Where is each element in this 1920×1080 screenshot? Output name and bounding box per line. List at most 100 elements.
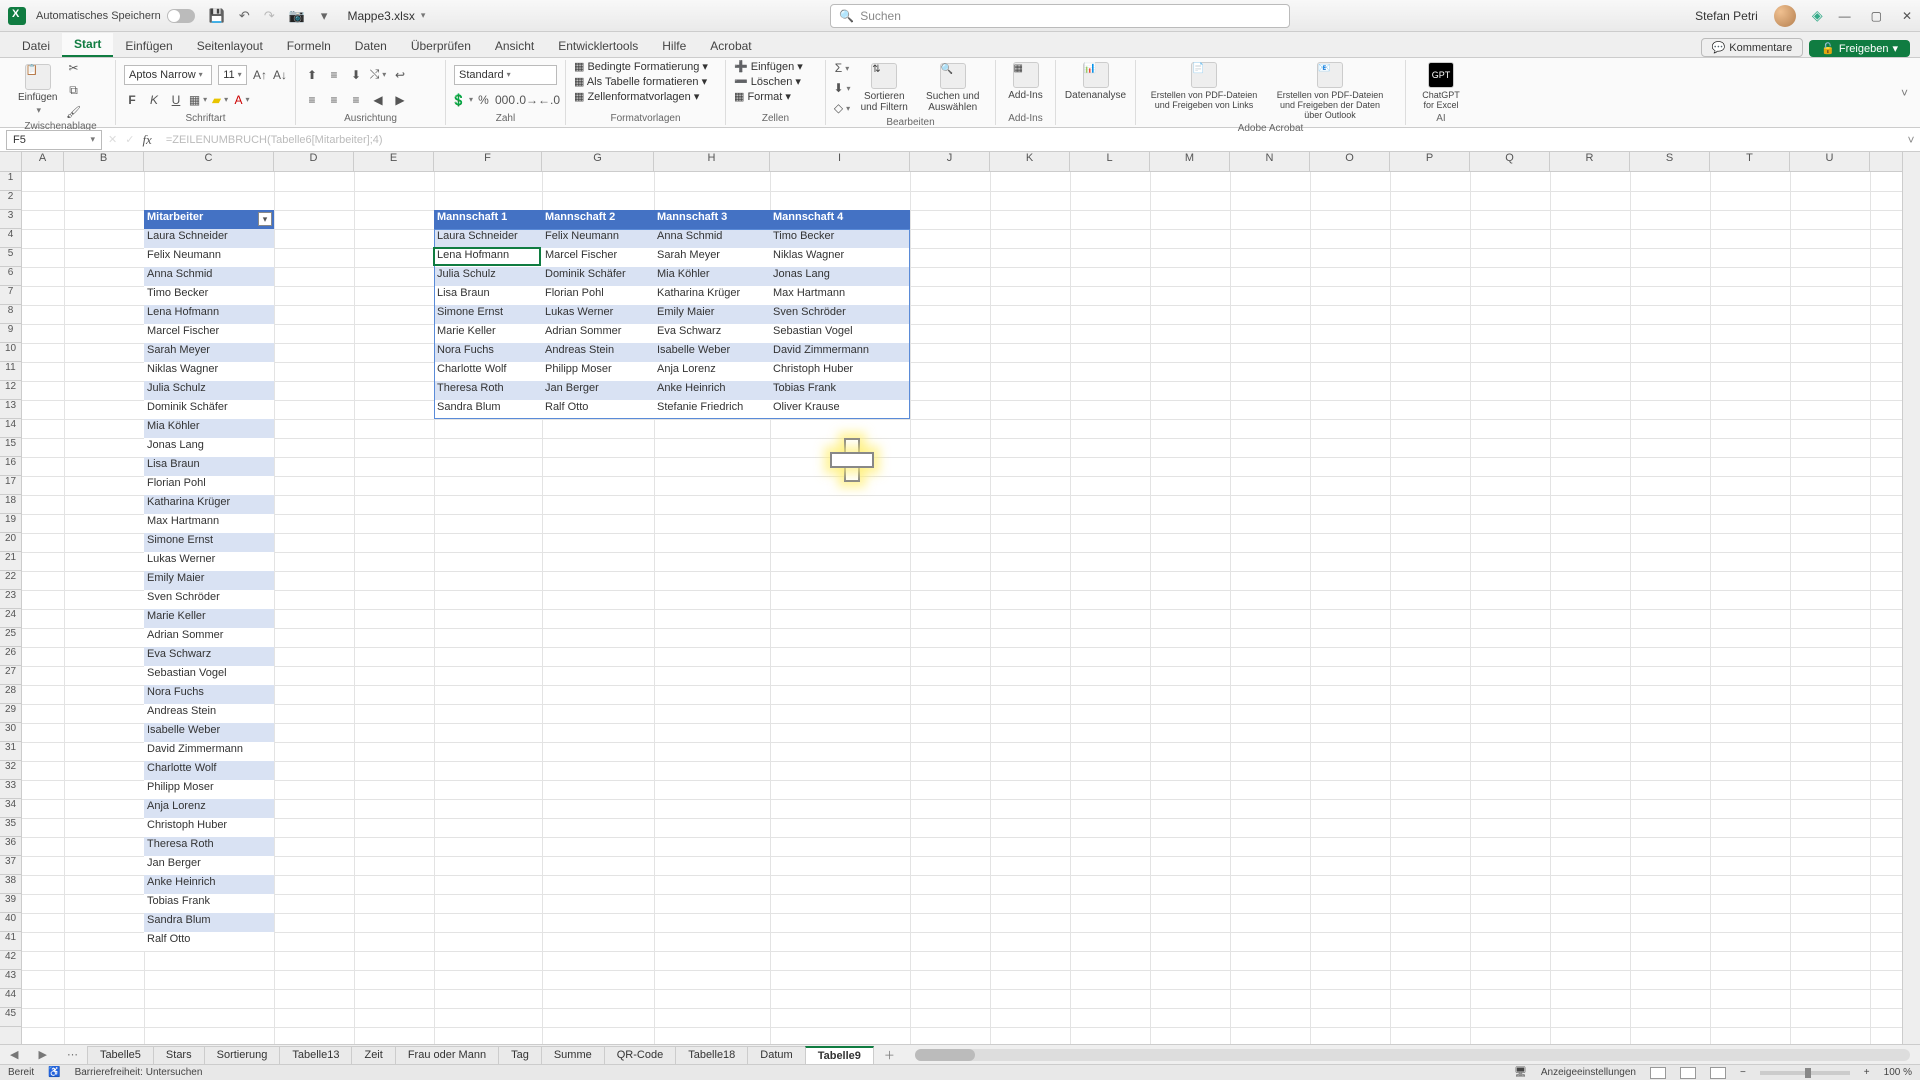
col-header-Q[interactable]: Q <box>1470 152 1550 171</box>
row-header-10[interactable]: 10 <box>0 343 21 362</box>
sheet-tab-tabelle13[interactable]: Tabelle13 <box>279 1046 352 1064</box>
cell-C18[interactable]: Katharina Krüger <box>144 495 274 514</box>
cell-I5[interactable]: Niklas Wagner <box>770 248 910 267</box>
align-left-icon[interactable]: ≡ <box>304 92 320 108</box>
horizontal-scrollbar[interactable] <box>915 1049 1910 1061</box>
cell-C41[interactable]: Ralf Otto <box>144 932 274 951</box>
row-header-12[interactable]: 12 <box>0 381 21 400</box>
row-header-19[interactable]: 19 <box>0 514 21 533</box>
cell-C32[interactable]: Charlotte Wolf <box>144 761 274 780</box>
row-header-28[interactable]: 28 <box>0 685 21 704</box>
cell-F13[interactable]: Sandra Blum <box>434 400 542 419</box>
cut-icon[interactable]: ✂ <box>65 60 81 76</box>
cell-G3[interactable]: Mannschaft 2 <box>542 210 654 229</box>
column-headers[interactable]: ABCDEFGHIJKLMNOPQRSTU <box>22 152 1902 172</box>
row-header-31[interactable]: 31 <box>0 742 21 761</box>
row-header-2[interactable]: 2 <box>0 191 21 210</box>
font-name-select[interactable]: Aptos Narrow <box>124 65 212 85</box>
display-settings-icon[interactable]: 🖥 <box>1514 1067 1527 1078</box>
autosave-toggle[interactable]: Automatisches Speichern <box>36 9 195 23</box>
cell-G11[interactable]: Philipp Moser <box>542 362 654 381</box>
cell-I3[interactable]: Mannschaft 4 <box>770 210 910 229</box>
cell-H6[interactable]: Mia Köhler <box>654 267 770 286</box>
cell-I11[interactable]: Christoph Huber <box>770 362 910 381</box>
avatar[interactable] <box>1774 5 1796 27</box>
tab-überprüfen[interactable]: Überprüfen <box>399 35 483 57</box>
fill-color-icon[interactable]: ▰ <box>212 92 228 108</box>
cell-H8[interactable]: Emily Maier <box>654 305 770 324</box>
col-header-J[interactable]: J <box>910 152 990 171</box>
sheet-tab-tag[interactable]: Tag <box>498 1046 542 1064</box>
row-header-24[interactable]: 24 <box>0 609 21 628</box>
col-header-E[interactable]: E <box>354 152 434 171</box>
cell-C22[interactable]: Emily Maier <box>144 571 274 590</box>
undo-icon[interactable]: ↶ <box>239 8 250 24</box>
cell-F12[interactable]: Theresa Roth <box>434 381 542 400</box>
status-display[interactable]: Anzeigeeinstellungen <box>1541 1067 1636 1078</box>
sheet-tab-stars[interactable]: Stars <box>153 1046 205 1064</box>
cell-F11[interactable]: Charlotte Wolf <box>434 362 542 381</box>
cell-C38[interactable]: Anke Heinrich <box>144 875 274 894</box>
row-header-17[interactable]: 17 <box>0 476 21 495</box>
cell-G12[interactable]: Jan Berger <box>542 381 654 400</box>
cell-I7[interactable]: Max Hartmann <box>770 286 910 305</box>
row-header-38[interactable]: 38 <box>0 875 21 894</box>
zoom-in-icon[interactable]: + <box>1864 1067 1870 1078</box>
collapse-ribbon-icon[interactable]: ˅ <box>1895 86 1914 100</box>
cell-C19[interactable]: Max Hartmann <box>144 514 274 533</box>
cell-I13[interactable]: Oliver Krause <box>770 400 910 419</box>
cell-C36[interactable]: Theresa Roth <box>144 837 274 856</box>
increase-decimal-icon[interactable]: .0→ <box>519 92 535 108</box>
col-header-B[interactable]: B <box>64 152 144 171</box>
cell-C34[interactable]: Anja Lorenz <box>144 799 274 818</box>
tab-seitenlayout[interactable]: Seitenlayout <box>185 35 275 57</box>
row-header-36[interactable]: 36 <box>0 837 21 856</box>
addins-button[interactable]: ▦Add-Ins <box>1004 60 1047 112</box>
add-sheet-icon[interactable]: ＋ <box>874 1047 905 1063</box>
cell-C7[interactable]: Timo Becker <box>144 286 274 305</box>
tab-formeln[interactable]: Formeln <box>275 35 343 57</box>
name-box[interactable]: F5▾ <box>6 130 102 150</box>
data-analysis-button[interactable]: 📊Datenanalyse <box>1064 60 1127 123</box>
sheet-nav-more-icon[interactable]: ⋯ <box>57 1048 88 1061</box>
border-icon[interactable]: ▦ <box>190 92 206 108</box>
col-header-U[interactable]: U <box>1790 152 1870 171</box>
orientation-icon[interactable]: ⤭ <box>370 67 386 83</box>
cell-I10[interactable]: David Zimmermann <box>770 343 910 362</box>
cell-G10[interactable]: Andreas Stein <box>542 343 654 362</box>
status-accessibility[interactable]: Barrierefreiheit: Untersuchen <box>75 1067 203 1078</box>
cell-I6[interactable]: Jonas Lang <box>770 267 910 286</box>
row-header-37[interactable]: 37 <box>0 856 21 875</box>
cell-G9[interactable]: Adrian Sommer <box>542 324 654 343</box>
paste-button[interactable]: 📋Einfügen▾ <box>14 62 61 118</box>
sheet-nav-next-icon[interactable]: ▶ <box>28 1048 56 1061</box>
col-header-G[interactable]: G <box>542 152 654 171</box>
cell-H4[interactable]: Anna Schmid <box>654 229 770 248</box>
copy-icon[interactable]: ⧉ <box>65 82 81 98</box>
sheet-tab-sortierung[interactable]: Sortierung <box>204 1046 281 1064</box>
redo-icon[interactable]: ↷ <box>264 8 275 24</box>
zoom-level[interactable]: 100 % <box>1884 1067 1912 1078</box>
col-header-L[interactable]: L <box>1070 152 1150 171</box>
row-header-4[interactable]: 4 <box>0 229 21 248</box>
indent-increase-icon[interactable]: ▶ <box>392 92 408 108</box>
filter-dropdown-icon[interactable]: ▾ <box>258 212 272 226</box>
row-header-23[interactable]: 23 <box>0 590 21 609</box>
cancel-formula-icon[interactable]: ✕ <box>108 133 117 146</box>
accessibility-icon[interactable]: ♿ <box>48 1067 60 1078</box>
cell-F9[interactable]: Marie Keller <box>434 324 542 343</box>
zoom-out-icon[interactable]: − <box>1740 1067 1746 1078</box>
zoom-slider[interactable] <box>1760 1071 1850 1075</box>
tab-ansicht[interactable]: Ansicht <box>483 35 546 57</box>
switch-icon[interactable] <box>167 9 195 23</box>
cell-C16[interactable]: Lisa Braun <box>144 457 274 476</box>
user-name[interactable]: Stefan Petri <box>1695 9 1758 23</box>
row-header-25[interactable]: 25 <box>0 628 21 647</box>
close-icon[interactable]: ✕ <box>1902 9 1912 23</box>
fill-icon[interactable]: ⬇ <box>834 80 850 96</box>
cell-H9[interactable]: Eva Schwarz <box>654 324 770 343</box>
minimize-icon[interactable]: — <box>1839 9 1851 23</box>
tab-datei[interactable]: Datei <box>10 35 62 57</box>
align-bottom-icon[interactable]: ⬇ <box>348 67 364 83</box>
row-header-16[interactable]: 16 <box>0 457 21 476</box>
